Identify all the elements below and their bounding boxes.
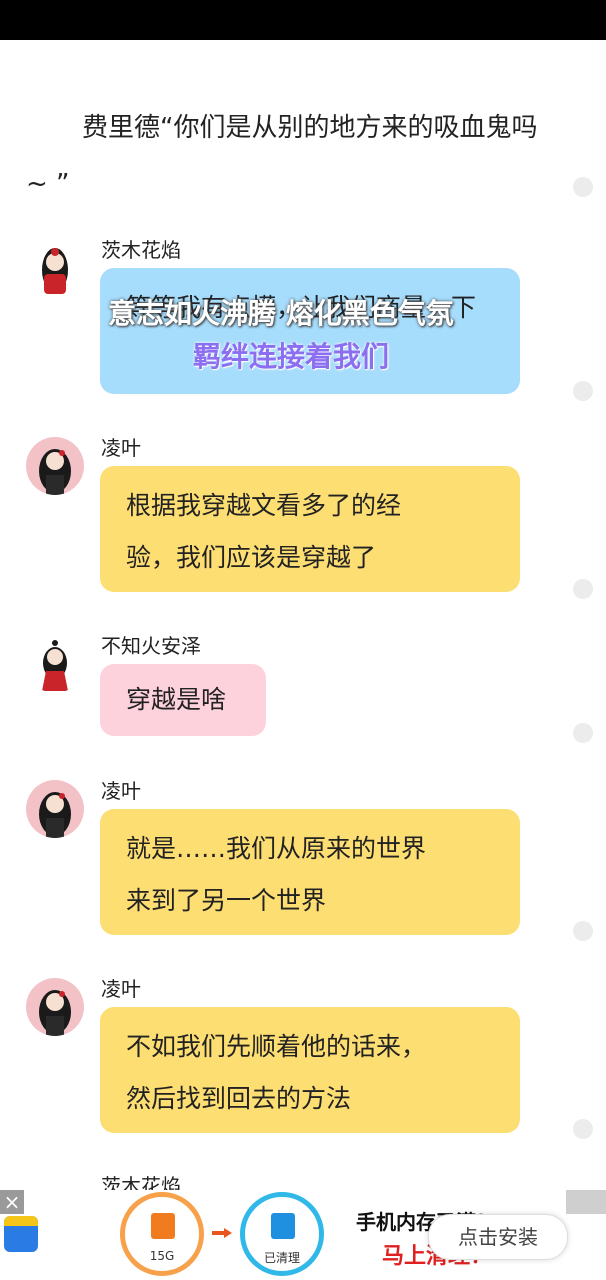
cleaned-label: 已清理 [263,1251,300,1265]
chat-bubble[interactable]: 就是……我们从原来的世界 来到了另一个世界 [100,809,520,935]
cleaner-app-icon [4,1216,38,1252]
side-dot [573,579,593,599]
sender-name: 凌叶 [101,977,141,1001]
avatar-girl-icon [42,248,68,294]
bubble-text-line: 不如我们先顺着他的话来， [126,1032,427,1061]
install-button[interactable]: 点击安装 [428,1214,568,1260]
arrow-right-icon [212,1228,232,1238]
bubble-text-line: 根据我穿越文看多了的经 [126,491,402,520]
side-dot [573,921,593,941]
avatar[interactable] [26,240,84,298]
bubble-text-line: 来到了另一个世界 [126,886,327,915]
chat-bubble[interactable]: 穿越是啥 [100,664,266,736]
sender-name: 凌叶 [101,436,141,460]
sender-name: 凌叶 [101,779,141,803]
bubble-text-line: 然后找到回去的方法 [126,1084,352,1113]
avatar[interactable] [26,780,84,838]
bubble-text-line: 验，我们应该是穿越了 [126,543,377,572]
avatar-girl-icon [39,449,71,495]
lyric-overlay-line1: 意志如火沸腾 熔化黑色气氛 [108,297,454,330]
sender-name: 茨木花焰 [101,238,181,262]
lyric-overlay-line2: 羁绊连接着我们 [193,340,390,373]
trash-icon [151,1213,175,1239]
avatar[interactable] [26,635,84,693]
avatar[interactable] [26,437,84,495]
chat-bubble[interactable]: 不如我们先顺着他的话来， 然后找到回去的方法 [100,1007,520,1133]
cleaned-circle: 已清理 [240,1192,324,1276]
avatar-girl-icon [39,990,71,1036]
bubble-text: 穿越是啥 [126,685,227,714]
sender-name: 不知火安泽 [101,634,201,658]
narration-text: 费里德“你们是从别的地方来的吸血鬼吗 ~ ” [26,113,538,199]
ad-close-icon[interactable]: × [0,1190,24,1214]
status-bar [0,0,606,40]
avatar-girl-icon [39,792,71,838]
side-dot [573,381,593,401]
side-dot [573,177,593,197]
bubble-text-line: 就是……我们从原来的世界 [126,834,427,863]
storage-label: 15G [149,1249,175,1263]
storage-full-circle: 15G [120,1192,204,1276]
side-dot [573,723,593,743]
avatar-girl-icon [42,640,68,691]
avatar[interactable] [26,978,84,1036]
ad-corner-tag [566,1190,606,1214]
chat-bubble[interactable]: 根据我穿越文看多了的经 验，我们应该是穿越了 [100,466,520,592]
side-dot [573,1119,593,1139]
trash-icon [271,1213,295,1239]
